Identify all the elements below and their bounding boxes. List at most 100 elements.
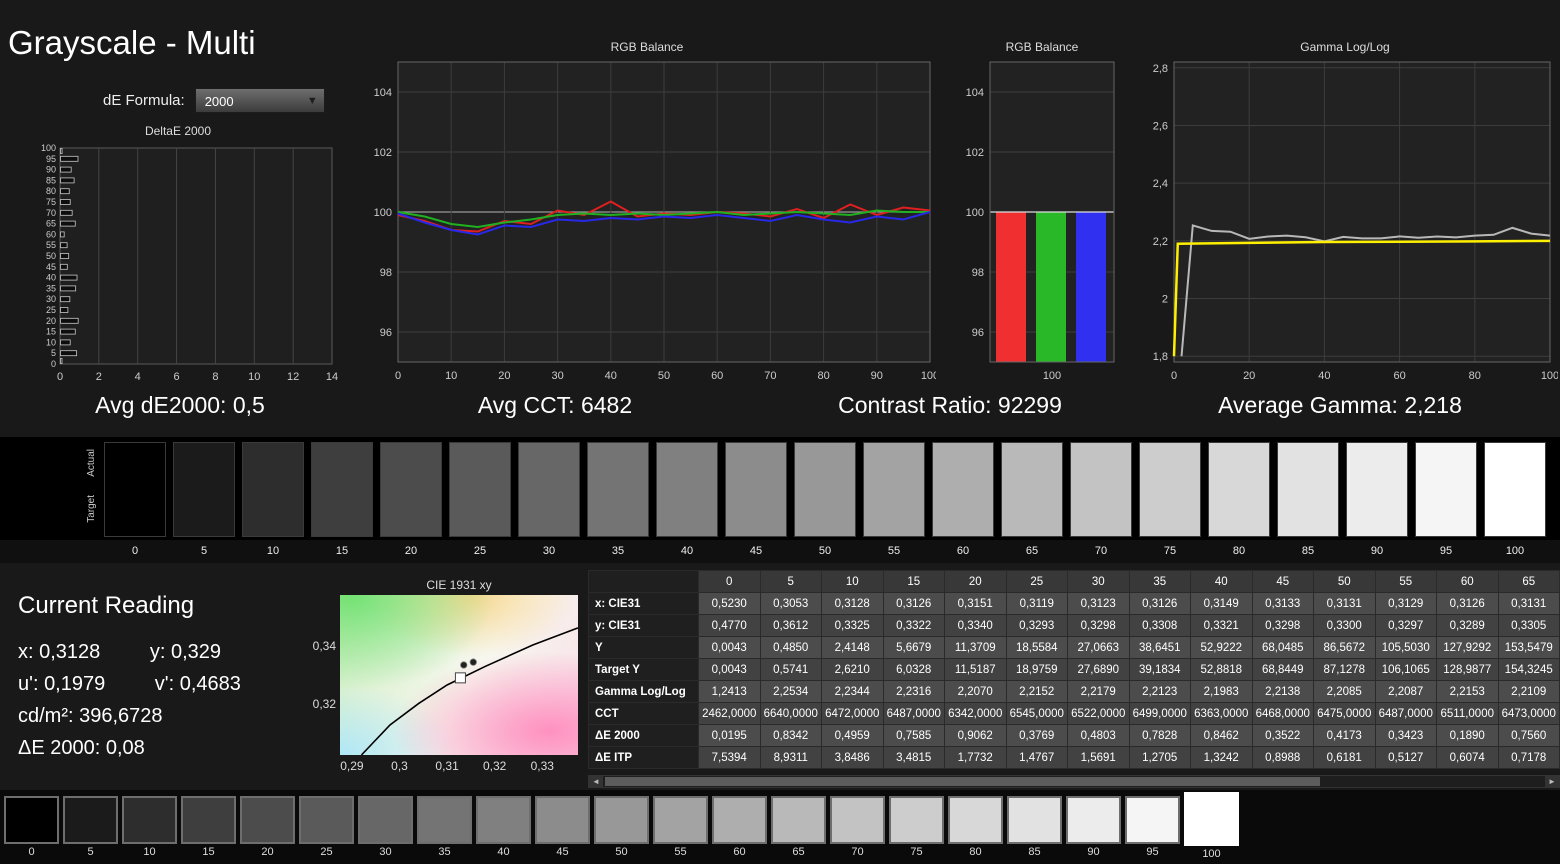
pattern-patch-swatch (1007, 796, 1062, 844)
pattern-patch-swatch (948, 796, 1003, 844)
svg-text:100: 100 (921, 370, 936, 382)
y-label: y: (149, 641, 166, 663)
svg-text:4: 4 (135, 371, 141, 383)
pattern-patch[interactable]: 70 (830, 796, 885, 862)
pattern-patch[interactable]: 85 (1007, 796, 1062, 862)
pattern-patch-swatch (299, 796, 354, 844)
table-cell: 0,3053 (759, 592, 822, 615)
table-cell: 2,2152 (1005, 680, 1068, 703)
table-cell: 2,2087 (1374, 680, 1437, 703)
strip-swatches: 0 5 10 15 20 25 30 35 40 45 50 55 60 65 70 75 80 85 90 95 10… (104, 442, 1546, 562)
grayscale-swatch-label: 25 (473, 545, 487, 557)
pattern-patch-label: 90 (1087, 846, 1100, 858)
svg-text:8: 8 (212, 371, 218, 383)
table-cell: 2,2344 (821, 680, 884, 703)
grayscale-swatch-cell: 5 (173, 442, 235, 562)
table-cell: 0,3423 (1374, 724, 1437, 747)
pattern-patch[interactable]: 40 (476, 796, 531, 862)
svg-text:50: 50 (658, 370, 670, 382)
pattern-patch[interactable]: 45 (535, 796, 590, 862)
rgb-balance-bar-plot: 96 98 100 102 104 100 (966, 61, 1115, 382)
table-row-label: x: CIE31 (588, 592, 699, 615)
table-cell: 0,7178 (1497, 746, 1560, 769)
table-header-cell: 30 (1067, 570, 1130, 593)
svg-text:0: 0 (395, 370, 401, 382)
pattern-patch[interactable]: 55 (653, 796, 708, 862)
table-cell: 0,8462 (1190, 724, 1253, 747)
table-cell: 0,3298 (1251, 614, 1314, 637)
table-cell: 0,3325 (821, 614, 884, 637)
svg-text:104: 104 (966, 87, 984, 99)
scrollbar-right-arrow[interactable]: ► (1545, 776, 1559, 787)
table-cell: 0,3149 (1190, 592, 1253, 615)
pattern-patch[interactable]: 35 (417, 796, 472, 862)
table-cell: 6342,0000 (944, 702, 1007, 725)
svg-text:98: 98 (972, 267, 984, 279)
table-cell: 0,5741 (759, 658, 822, 681)
pattern-patch-swatch (594, 796, 649, 844)
cie-x-tick-label: 0,31 (435, 759, 459, 773)
pattern-patch[interactable]: 95 (1125, 796, 1180, 862)
grayscale-swatch (725, 442, 787, 537)
svg-text:2: 2 (96, 371, 102, 383)
pattern-patch[interactable]: 20 (240, 796, 295, 862)
grayscale-swatch-cell: 10 (242, 442, 304, 562)
table-header-cell: 0 (698, 570, 761, 593)
svg-text:104: 104 (374, 87, 392, 99)
pattern-patch[interactable]: 90 (1066, 796, 1121, 862)
pattern-patch-swatch (535, 796, 590, 844)
pattern-patch[interactable]: 30 (358, 796, 413, 862)
deltae-chart-title: DeltaE 2000 (144, 124, 212, 138)
grayscale-swatch-cell: 80 (1208, 442, 1270, 562)
grayscale-swatch (104, 442, 166, 537)
table-cell: 0,3131 (1497, 592, 1560, 615)
grayscale-swatch (1415, 442, 1477, 537)
pattern-patch[interactable]: 60 (712, 796, 767, 862)
svg-text:90: 90 (871, 370, 883, 382)
table-cell: 0,4803 (1067, 724, 1130, 747)
scrollbar-left-arrow[interactable]: ◄ (589, 776, 603, 787)
pattern-patch[interactable]: 0 (4, 796, 59, 862)
grayscale-swatch-cell: 15 (311, 442, 373, 562)
pattern-patch-swatch (181, 796, 236, 844)
svg-text:2,6: 2,6 (1153, 120, 1168, 132)
scrollbar-thumb[interactable] (605, 777, 1320, 786)
table-cell: 27,6890 (1067, 658, 1130, 681)
table-row: y: CIE31 0,4770 0,3612 0,3325 0,3322 0,3340 0,… (588, 614, 1560, 637)
svg-text:0: 0 (57, 371, 63, 383)
table-cell: 18,9759 (1005, 658, 1068, 681)
pattern-patch[interactable]: 25 (299, 796, 354, 862)
pattern-patch-swatch (4, 796, 59, 844)
pattern-patch[interactable]: 75 (889, 796, 944, 862)
grayscale-swatch-cell: 40 (656, 442, 718, 562)
table-cell: 0,3126 (1128, 592, 1191, 615)
table-cell: 0,0195 (698, 724, 761, 747)
table-cell: 6522,0000 (1067, 702, 1130, 725)
pattern-patch[interactable]: 65 (771, 796, 826, 862)
table-scrollbar[interactable]: ◄ ► (588, 775, 1560, 788)
table-cell: 2,2534 (759, 680, 822, 703)
table-cell: 11,5187 (944, 658, 1007, 681)
pattern-patch[interactable]: 50 (594, 796, 649, 862)
grayscale-swatch (1484, 442, 1546, 537)
svg-text:45: 45 (46, 262, 56, 272)
de-formula-dropdown[interactable]: 2000 ▼ (194, 88, 325, 113)
pattern-patch[interactable]: 10 (122, 796, 177, 862)
table-cell: 1,2705 (1128, 746, 1191, 769)
pattern-patch[interactable]: 15 (181, 796, 236, 862)
grayscale-swatch-label: 45 (749, 545, 763, 557)
table-row: Target Y 0,0043 0,5741 2,6210 6,0328 11,5187 1… (588, 658, 1560, 681)
rgb-balance-line-chart: RGB Balance 96 98 100 102 104 0 10 20 30 40 50 60 70… (358, 40, 936, 392)
table-header-cell: 50 (1313, 570, 1376, 593)
grayscale-swatch (587, 442, 649, 537)
table-cell: 27,0663 (1067, 636, 1130, 659)
pattern-patch[interactable]: 100 (1184, 792, 1239, 862)
pattern-patch-swatch (889, 796, 944, 844)
pattern-patch[interactable]: 80 (948, 796, 1003, 862)
actual-axis-label: Actual (86, 449, 97, 477)
table-cell: 0,6181 (1313, 746, 1376, 769)
svg-text:100: 100 (966, 207, 984, 219)
table-row-label: ΔE ITP (588, 746, 699, 769)
svg-text:30: 30 (551, 370, 563, 382)
pattern-patch[interactable]: 5 (63, 796, 118, 862)
